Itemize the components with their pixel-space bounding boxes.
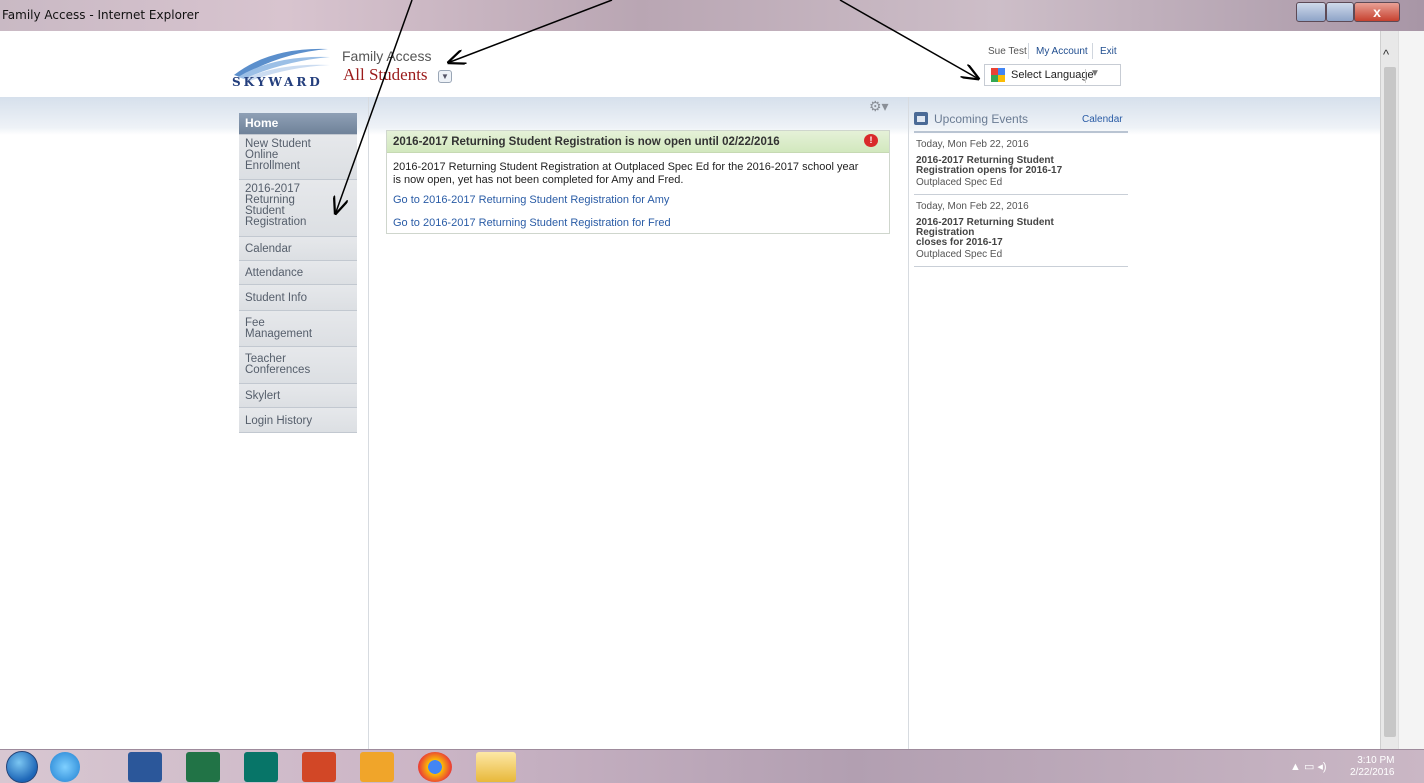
sidebar-item-label: Student Info xyxy=(245,292,308,304)
outlook-icon[interactable] xyxy=(360,752,394,782)
exit-link[interactable]: Exit xyxy=(1100,46,1117,57)
event-location: Outplaced Spec Ed xyxy=(916,177,1003,188)
alert-title: 2016-2017 Returning Student Registration… xyxy=(387,131,889,153)
sidebar-item-label: 2016-2017 Returning Student Registration xyxy=(245,183,307,228)
chevron-down-icon[interactable]: ▼ xyxy=(438,70,452,83)
windows-taskbar: ▲ ▭ ◂) 3:10 PM 2/22/2016 xyxy=(0,749,1424,783)
word-icon[interactable] xyxy=(128,752,162,782)
sidebar-item-label: Login History xyxy=(245,415,313,427)
system-clock[interactable]: 3:10 PM 2/22/2016 xyxy=(1350,755,1395,779)
event-date: Today, Mon Feb 22, 2016 xyxy=(916,139,1029,150)
alert-badge: ! xyxy=(864,134,878,147)
window-edge xyxy=(1398,31,1424,749)
event-location: Outplaced Spec Ed xyxy=(916,249,1003,260)
sidebar-item-calendar[interactable]: Calendar xyxy=(239,237,357,261)
sidebar-item-fee-management[interactable]: Fee Management xyxy=(239,311,357,347)
calendar-icon xyxy=(914,112,928,125)
my-account-link[interactable]: My Account xyxy=(1036,46,1088,57)
browser-viewport: SKYWARD Family Access All Students ▼ Sue… xyxy=(0,31,1380,749)
upcoming-events-panel: Upcoming Events Calendar Today, Mon Feb … xyxy=(914,109,1128,267)
registration-link-amy[interactable]: Go to 2016-2017 Returning Student Regist… xyxy=(393,194,669,206)
skyward-logo-text: SKYWARD xyxy=(232,75,323,89)
event-date: Today, Mon Feb 22, 2016 xyxy=(916,201,1029,212)
link-divider xyxy=(1028,43,1029,59)
student-selector[interactable]: All Students xyxy=(343,65,428,85)
link-divider xyxy=(1092,43,1093,59)
sidebar-item-label: New Student Online Enrollment xyxy=(245,138,311,172)
divider xyxy=(1085,69,1086,83)
event-title[interactable]: 2016-2017 Returning Student Registration… xyxy=(916,156,1126,176)
event-item: Today, Mon Feb 22, 2016 2016-2017 Return… xyxy=(914,133,1128,195)
clock-date: 2/22/2016 xyxy=(1350,767,1395,778)
sidebar-item-label: Teacher Conferences xyxy=(245,353,311,376)
window-title-bar: Family Access - Internet Explorer x xyxy=(0,0,1424,31)
close-button[interactable]: x xyxy=(1354,2,1400,22)
powerpoint-icon[interactable] xyxy=(302,752,336,782)
sidebar-item-label: Attendance xyxy=(245,267,304,279)
sidebar-nav: Home New Student Online Enrollment 2016-… xyxy=(239,113,357,433)
window-title: Family Access - Internet Explorer xyxy=(2,8,199,22)
chrome-icon[interactable] xyxy=(418,752,452,782)
vertical-scrollbar[interactable]: ^ xyxy=(1380,31,1398,749)
scroll-up-icon[interactable]: ^ xyxy=(1383,47,1389,62)
file-explorer-icon[interactable] xyxy=(476,752,516,782)
events-title: Upcoming Events xyxy=(934,112,1029,126)
chevron-down-icon: ▼ xyxy=(1090,68,1100,79)
divider xyxy=(368,97,369,749)
sidebar-item-label: Home xyxy=(245,116,279,130)
sidebar-item-student-info[interactable]: Student Info xyxy=(239,285,357,311)
sidebar-item-skylert[interactable]: Skylert xyxy=(239,384,357,408)
language-selector[interactable]: Select Language ▼ xyxy=(984,64,1121,86)
alert-message: 2016-2017 Returning Student Registration… xyxy=(393,161,859,186)
sidebar-item-attendance[interactable]: Attendance xyxy=(239,261,357,285)
gear-icon[interactable]: ⚙▾ xyxy=(869,98,889,115)
sidebar-item-new-student-enrollment[interactable]: New Student Online Enrollment xyxy=(239,135,357,180)
event-title[interactable]: 2016-2017 Returning Student Registration… xyxy=(916,218,1126,248)
calendar-link[interactable]: Calendar xyxy=(1082,114,1123,125)
events-header: Upcoming Events Calendar xyxy=(914,109,1128,133)
google-translate-icon xyxy=(991,68,1005,82)
sidebar-item-label: Skylert xyxy=(245,390,281,402)
maximize-button[interactable] xyxy=(1326,2,1354,22)
publisher-icon[interactable] xyxy=(244,752,278,782)
close-icon: x xyxy=(1373,4,1381,20)
page-header: SKYWARD Family Access All Students ▼ Sue… xyxy=(0,31,1380,97)
event-item: Today, Mon Feb 22, 2016 2016-2017 Return… xyxy=(914,195,1128,267)
sidebar-item-label: Calendar xyxy=(245,243,292,255)
divider xyxy=(908,97,909,749)
clock-time: 3:10 PM xyxy=(1357,755,1395,766)
app-name: Family Access xyxy=(342,48,432,64)
sidebar-item-teacher-conferences[interactable]: Teacher Conferences xyxy=(239,347,357,384)
windows-start-icon[interactable] xyxy=(6,751,38,783)
sidebar-item-home[interactable]: Home xyxy=(239,113,357,135)
internet-explorer-icon[interactable] xyxy=(50,752,80,782)
user-name: Sue Test xyxy=(988,46,1027,57)
registration-alert: 2016-2017 Returning Student Registration… xyxy=(386,130,890,234)
scroll-thumb[interactable] xyxy=(1384,67,1396,737)
excel-icon[interactable] xyxy=(186,752,220,782)
sidebar-item-login-history[interactable]: Login History xyxy=(239,408,357,433)
sidebar-item-label: Fee Management xyxy=(245,317,313,340)
minimize-button[interactable] xyxy=(1296,2,1326,22)
sidebar-item-returning-student-registration[interactable]: 2016-2017 Returning Student Registration xyxy=(239,180,357,237)
registration-link-fred[interactable]: Go to 2016-2017 Returning Student Regist… xyxy=(393,217,671,229)
language-label: Select Language xyxy=(1011,69,1094,81)
system-tray-icons[interactable]: ▲ ▭ ◂) xyxy=(1290,760,1327,773)
